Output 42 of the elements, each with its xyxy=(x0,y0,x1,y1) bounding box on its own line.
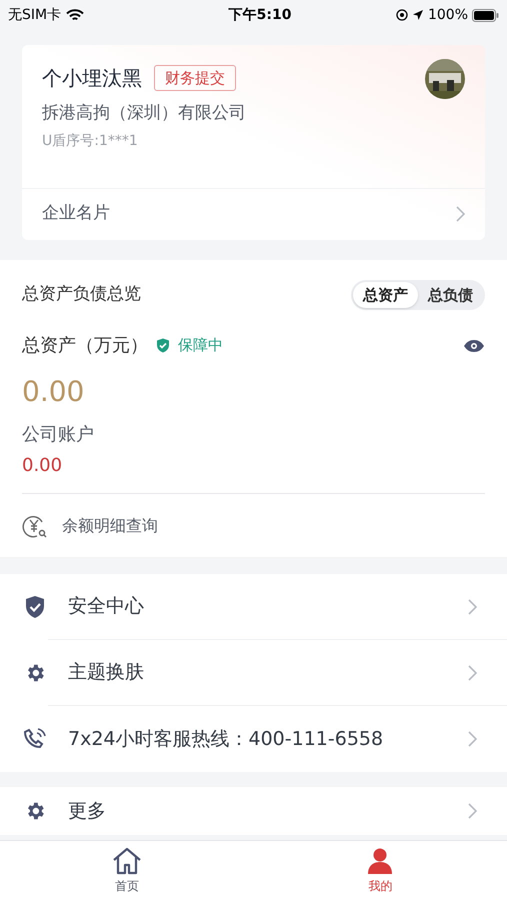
ukey-number: U盾序号:1***1 xyxy=(42,132,139,150)
menu-label: 7x24小时客服热线：400-111-6558 xyxy=(68,726,384,752)
menu-label: 安全中心 xyxy=(68,594,144,620)
battery-icon xyxy=(472,8,499,22)
total-assets-label: 总资产（万元） xyxy=(22,334,148,358)
chevron-right-icon xyxy=(468,664,477,680)
account-value: 0.00 xyxy=(22,454,64,478)
menu-item[interactable]: 主题换肤 xyxy=(0,640,507,706)
person-icon xyxy=(366,846,394,874)
wifi-icon xyxy=(66,8,84,22)
menu-item[interactable]: 安全中心 xyxy=(0,574,507,640)
phone-ringing-icon xyxy=(23,727,47,751)
menu-item[interactable]: 7x24小时客服热线：400-111-6558 xyxy=(0,706,507,772)
protection-status: 保障中 xyxy=(178,335,223,356)
section-title: 总资产负债总览 xyxy=(22,283,141,306)
company-card-link[interactable]: 企业名片 xyxy=(42,201,110,227)
menu-label: 主题换肤 xyxy=(68,660,144,686)
chevron-right-icon xyxy=(468,803,477,819)
user-name: 个小埋汰黑 xyxy=(42,65,142,92)
chevron-right-icon xyxy=(468,731,477,747)
account-label: 公司账户 xyxy=(22,423,95,447)
menu-label: 更多 xyxy=(68,798,106,824)
toggle-tab[interactable]: 总负债 xyxy=(418,282,483,308)
company-name: 拆港高拘（深圳）有限公司 xyxy=(42,102,246,125)
toggle-tab[interactable]: 总资产 xyxy=(353,282,418,308)
role-tag: 财务提交 xyxy=(154,64,236,92)
orientation-lock-icon xyxy=(396,9,408,21)
balance-detail-link[interactable]: 余额明细查询 xyxy=(62,514,158,538)
clock-time: 下午5:10 xyxy=(228,6,292,24)
chevron-right-icon xyxy=(468,598,477,614)
total-assets-value: 0.00 xyxy=(22,374,86,410)
carrier-label: 无SIM卡 xyxy=(8,6,62,24)
menu-item[interactable]: 更多 xyxy=(0,787,507,835)
tab-bar-item[interactable]: 首页 xyxy=(110,846,143,894)
shield-check-icon xyxy=(156,338,170,353)
eye-icon[interactable] xyxy=(463,338,485,352)
chevron-right-icon xyxy=(456,206,465,222)
home-icon xyxy=(110,846,143,874)
location-arrow-icon xyxy=(412,9,424,21)
shield-check-icon xyxy=(24,595,46,619)
tab-bar-item[interactable]: 我的 xyxy=(366,846,394,894)
battery-percent: 100% xyxy=(428,6,468,24)
